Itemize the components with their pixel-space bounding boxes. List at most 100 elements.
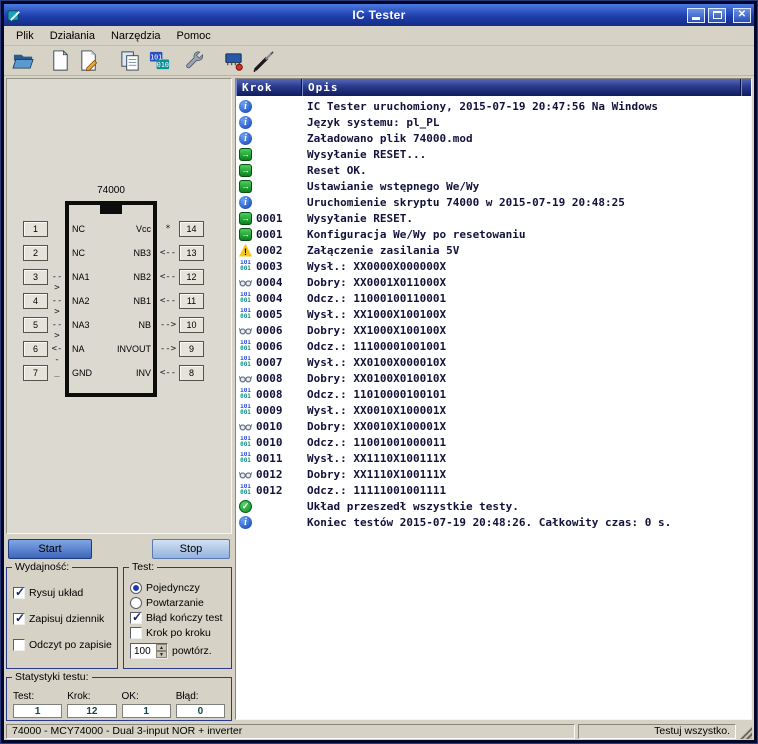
- log-step-cell: 0012: [236, 468, 302, 481]
- option-blad-konczy-test[interactable]: Błąd kończy test: [130, 612, 227, 624]
- pin-12-box: 12: [179, 269, 204, 285]
- stat-value-field: 1: [13, 704, 62, 718]
- log-row[interactable]: →Ustawianie wstępnego We/Wy: [236, 178, 751, 194]
- option-pojedynczy[interactable]: Pojedynczy: [130, 582, 227, 594]
- pin-3-direction: -->: [49, 272, 65, 283]
- repeat-label: powtórz.: [172, 645, 212, 657]
- log-header-opis[interactable]: Opis: [302, 79, 741, 96]
- log-header-krok[interactable]: Krok: [236, 79, 302, 96]
- restore-button[interactable]: [708, 8, 726, 23]
- option-label: Błąd kończy test: [146, 612, 222, 624]
- log-row[interactable]: ✓Układ przeszedł wszystkie testy.: [236, 498, 751, 514]
- option-rysuj-uklad[interactable]: Rysuj układ: [13, 587, 113, 599]
- pin-12-label: NB2: [133, 272, 151, 283]
- log-row[interactable]: iJęzyk systemu: pl_PL: [236, 114, 751, 130]
- log-row[interactable]: 1010010005Wysł.: XX1000X100100X: [236, 306, 751, 322]
- log-message: Koniec testów 2015-07-19 20:48:26. Całko…: [302, 516, 751, 529]
- log-row[interactable]: iIC Tester uruchomiony, 2015-07-19 20:47…: [236, 98, 751, 114]
- binary-icon: 101001: [239, 292, 252, 305]
- log-step-number: 0002: [256, 244, 283, 257]
- minimize-button[interactable]: [687, 8, 705, 23]
- menu-plik[interactable]: Plik: [8, 28, 42, 44]
- log-row[interactable]: 0004Dobry: XX0001X011000X: [236, 274, 751, 290]
- log-row[interactable]: 0010Dobry: XX0010X100001X: [236, 418, 751, 434]
- toolbar-configure-button[interactable]: [181, 47, 208, 74]
- log-row[interactable]: 0006Dobry: XX1000X100100X: [236, 322, 751, 338]
- log-step-cell: ✓: [236, 500, 302, 513]
- log-step-cell: →0001: [236, 212, 302, 225]
- status-test-mode: Testuj wszystko.: [578, 724, 736, 739]
- log-step-cell: i: [236, 132, 302, 145]
- log-message: Wysł.: XX0100X000010X: [302, 356, 751, 369]
- stat-value-field: 12: [67, 704, 116, 718]
- log-row[interactable]: iUruchomienie skryptu 74000 w 2015-07-19…: [236, 194, 751, 210]
- toolbar-new-file-button[interactable]: [47, 47, 74, 74]
- pin-11-label: NB1: [133, 296, 151, 307]
- log-row[interactable]: →Wysyłanie RESET...: [236, 146, 751, 162]
- log-row[interactable]: 1010010006Odcz.: 11100001001001: [236, 338, 751, 354]
- toolbar-diode-test-button[interactable]: [220, 47, 247, 74]
- radio-pojedynczy[interactable]: [130, 582, 142, 594]
- checkbox-zapisuj-dziennik[interactable]: [13, 613, 25, 625]
- log-row[interactable]: 1010010007Wysł.: XX0100X000010X: [236, 354, 751, 370]
- menu-dzialania[interactable]: Działania: [42, 28, 103, 44]
- start-button[interactable]: Start: [8, 539, 92, 559]
- log-row[interactable]: 0012Dobry: XX1110X100111X: [236, 466, 751, 482]
- log-row[interactable]: 1010010008Odcz.: 11010000100101: [236, 386, 751, 402]
- spin-up-button[interactable]: ▲: [156, 644, 167, 651]
- menu-pomoc[interactable]: Pomoc: [169, 28, 219, 44]
- log-message: Odcz.: 11001001000011: [302, 436, 751, 449]
- toolbar-edit-script-button[interactable]: [76, 47, 103, 74]
- status-chip-info: 74000 - MCY74000 - Dual 3-input NOR + in…: [6, 724, 575, 739]
- log-row[interactable]: 1010010003Wysł.: XX0000X000000X: [236, 258, 751, 274]
- log-row[interactable]: 1010010012Odcz.: 11111001001111: [236, 482, 751, 498]
- edit-script-icon: [78, 49, 101, 72]
- resize-grip-icon[interactable]: [739, 726, 752, 739]
- log-panel: Krok Opis iIC Tester uruchomiony, 2015-0…: [235, 78, 752, 720]
- pin-4-label: NA2: [72, 296, 90, 307]
- log-row[interactable]: !0002Załączenie zasilania 5V: [236, 242, 751, 258]
- log-row[interactable]: iZaładowano plik 74000.mod: [236, 130, 751, 146]
- toolbar-probe-button[interactable]: [251, 47, 278, 74]
- log-row[interactable]: →0001Wysyłanie RESET.: [236, 210, 751, 226]
- titlebar[interactable]: IC Tester ✕: [4, 4, 754, 26]
- option-krok-po-kroku[interactable]: Krok po kroku: [130, 627, 227, 639]
- log-row[interactable]: 1010010010Odcz.: 11001001000011: [236, 434, 751, 450]
- radio-powtarzanie[interactable]: [130, 597, 142, 609]
- pin-8-label: INV: [136, 368, 151, 379]
- binary-icon: 101001: [239, 404, 252, 417]
- log-row[interactable]: →0001Konfiguracja We/Wy po resetowaniu: [236, 226, 751, 242]
- option-odczyt-po-zapisie[interactable]: Odczyt po zapisie: [13, 639, 113, 651]
- log-step-cell: →: [236, 164, 302, 177]
- checkbox-rysuj-uklad[interactable]: [13, 587, 25, 599]
- toolbar-open-file-button[interactable]: [10, 47, 37, 74]
- option-label: Pojedynczy: [146, 582, 200, 594]
- log-message: IC Tester uruchomiony, 2015-07-19 20:47:…: [302, 100, 751, 113]
- checkbox-odczyt-po-zapisie[interactable]: [13, 639, 25, 651]
- stop-button[interactable]: Stop: [152, 539, 230, 559]
- pin-5-label: NA3: [72, 320, 90, 331]
- checkbox-blad-konczy-test[interactable]: [130, 612, 142, 624]
- toolbar-copy-button[interactable]: [117, 47, 144, 74]
- log-row[interactable]: 1010010011Wysł.: XX1110X100111X: [236, 450, 751, 466]
- log-row[interactable]: 1010010004Odcz.: 11000100110001: [236, 290, 751, 306]
- log-row[interactable]: →Reset OK.: [236, 162, 751, 178]
- log-row[interactable]: 1010010009Wysł.: XX0010X100001X: [236, 402, 751, 418]
- performance-group-title: Wydajność:: [12, 561, 72, 573]
- option-powtarzanie[interactable]: Powtarzanie: [130, 597, 227, 609]
- pin-4-box: 4: [23, 293, 48, 309]
- close-button[interactable]: ✕: [733, 8, 751, 23]
- toolbar-binary-view-button[interactable]: 101010: [146, 47, 173, 74]
- log-row[interactable]: iKoniec testów 2015-07-19 20:48:26. Całk…: [236, 514, 751, 530]
- log-message: Uruchomienie skryptu 74000 w 2015-07-19 …: [302, 196, 751, 209]
- option-zapisuj-dziennik[interactable]: Zapisuj dziennik: [13, 613, 113, 625]
- checkbox-krok-po-kroku[interactable]: [130, 627, 142, 639]
- menu-narzedzia[interactable]: Narzędzia: [103, 28, 169, 44]
- log-step-cell: →: [236, 148, 302, 161]
- log-row[interactable]: 0008Dobry: XX0100X010010X: [236, 370, 751, 386]
- repeat-count-spinbox[interactable]: 100 ▲ ▼: [130, 643, 168, 659]
- spin-down-button[interactable]: ▼: [156, 651, 167, 658]
- stats-group: Statystyki testu: Test:1Krok:12OK:1Błąd:…: [6, 677, 232, 721]
- stat-label: Błąd:: [176, 691, 225, 702]
- pin-3-box: 3: [23, 269, 48, 285]
